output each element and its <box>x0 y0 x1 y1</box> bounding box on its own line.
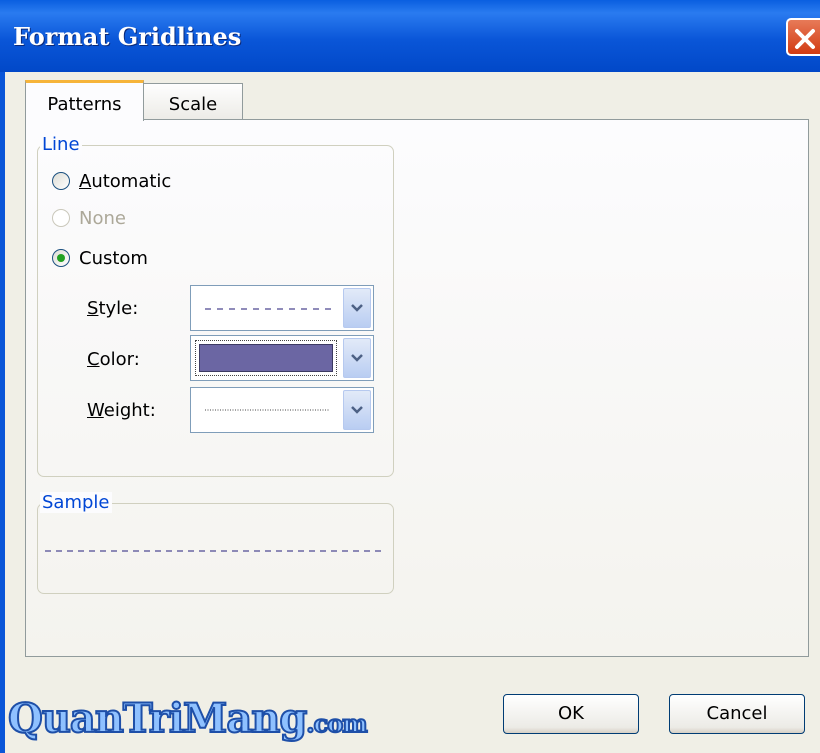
color-swatch <box>199 344 333 372</box>
radio-automatic[interactable]: Automatic <box>52 168 171 194</box>
weight-dropdown[interactable] <box>190 387 374 433</box>
window-left-border <box>0 72 5 753</box>
ok-button[interactable]: OK <box>503 694 639 734</box>
tab-patterns[interactable]: Patterns <box>25 80 144 121</box>
chevron-down-icon <box>351 354 363 362</box>
weight-dropdown-arrow[interactable] <box>343 390 371 430</box>
watermark-main-text: QuanTriMang <box>7 694 308 743</box>
tab-patterns-label: Patterns <box>47 94 122 115</box>
color-dropdown[interactable] <box>190 335 374 381</box>
title-bar[interactable]: Format Gridlines <box>0 0 820 72</box>
tab-scale-label: Scale <box>168 94 218 115</box>
cancel-button[interactable]: Cancel <box>669 694 805 734</box>
radio-custom[interactable]: Custom <box>52 245 148 271</box>
style-dropdown[interactable] <box>190 285 374 331</box>
sample-line-preview <box>45 550 385 552</box>
style-dash-preview <box>205 308 331 310</box>
radio-selected-dot <box>57 254 65 262</box>
weight-line-preview <box>205 409 329 411</box>
watermark-suffix-text: .com <box>305 708 368 739</box>
radio-custom-label: Custom <box>79 247 148 269</box>
radio-none-label: None <box>79 207 126 229</box>
quantrimang-watermark-logo: QuanTriMang.com <box>7 694 369 743</box>
radio-automatic-label: Automatic <box>79 170 172 192</box>
close-icon <box>795 29 815 49</box>
color-label: Color: <box>87 349 140 370</box>
weight-label: Weight: <box>87 400 156 421</box>
radio-custom-indicator[interactable] <box>52 249 70 267</box>
color-dropdown-arrow[interactable] <box>343 338 371 378</box>
style-dropdown-arrow[interactable] <box>343 288 371 328</box>
style-label: Style: <box>87 298 139 319</box>
line-group-legend: Line <box>40 134 82 155</box>
close-button[interactable] <box>786 18 820 56</box>
tab-scale[interactable]: Scale <box>143 83 243 120</box>
chevron-down-icon <box>351 406 363 414</box>
sample-group-legend: Sample <box>40 492 112 513</box>
chevron-down-icon <box>351 304 363 312</box>
radio-none-indicator <box>52 209 70 227</box>
radio-none: None <box>52 205 126 231</box>
radio-automatic-indicator[interactable] <box>52 172 70 190</box>
dialog-window: Format Gridlines Patterns Scale Line Aut… <box>0 0 820 753</box>
window-title: Format Gridlines <box>13 22 242 51</box>
